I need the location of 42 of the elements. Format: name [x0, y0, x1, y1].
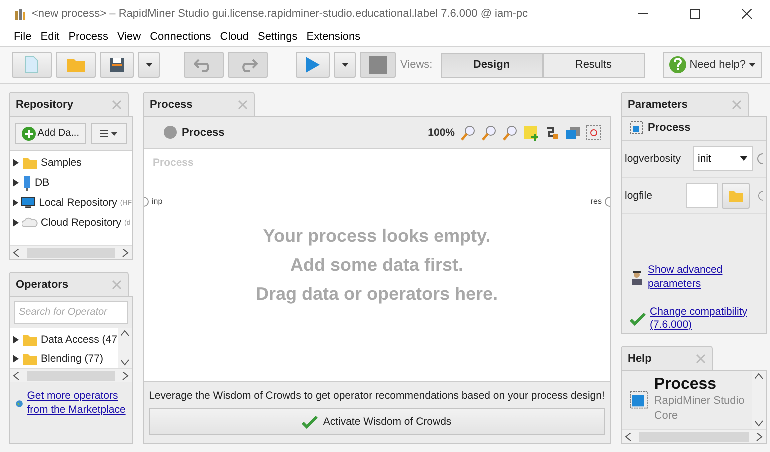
window-title: <new process> – RapidMiner Studio gui.license.rapidminer-studio.educational.label 7.6.000 @ iam-pc [32, 8, 530, 20]
panel-title: Parameters [628, 98, 688, 110]
menu-item[interactable]: File [14, 31, 32, 43]
view-tab[interactable]: Design [440, 52, 543, 78]
help-button[interactable]: Need help? [662, 52, 762, 78]
panel-title: Operators [16, 278, 69, 290]
parameter-link[interactable]: Show advanced parameters [648, 264, 748, 292]
menu-item[interactable]: Connections [150, 31, 212, 43]
parameter-select[interactable]: init [693, 146, 753, 172]
empty-message: Add some data first. [290, 254, 464, 276]
repository-item[interactable]: DB [13, 174, 132, 192]
menu-item[interactable]: Cloud [220, 31, 250, 43]
search-field[interactable]: Search for Operator [14, 301, 128, 324]
empty-message: Drag data or operators here. [256, 284, 498, 304]
view-tab[interactable]: Results [542, 52, 645, 78]
panel-title: Process [150, 98, 193, 110]
empty-message: Your process looks empty. [263, 226, 491, 246]
operator-name: Process [648, 122, 691, 134]
help-heading: Process [654, 376, 718, 394]
views-label: Views: [400, 59, 433, 71]
menu-item[interactable]: Settings [258, 31, 298, 43]
repository-item[interactable]: Samples [13, 154, 132, 172]
process-title: Process [182, 126, 226, 138]
marketplace-link[interactable]: Get more operators from the Marketplace [27, 390, 126, 418]
menu-item[interactable]: Process [68, 31, 108, 43]
menu-item[interactable]: Edit [40, 31, 60, 43]
menu-item[interactable]: Extensions [306, 31, 361, 43]
add-data-button[interactable]: Add Da... [15, 123, 86, 144]
menu-item[interactable]: View [117, 31, 142, 43]
parameter-link[interactable]: Change compatibility (7.6.000) [650, 306, 750, 333]
panel-title: Repository [16, 98, 74, 110]
help-subtitle: RapidMiner Studio Core [654, 394, 746, 424]
operator-group[interactable]: Blending (77) [13, 350, 118, 368]
port-label: inp [152, 197, 163, 206]
parameter-name: logverbosity [625, 152, 682, 165]
parameter-name: logfile [625, 190, 654, 202]
port-label: res [590, 197, 602, 206]
activate-button[interactable]: Activate Wisdom of Crowds [149, 408, 605, 435]
wisdom-text: Leverage the Wisdom of Crowds to get operator recommendations based on your process design! [149, 390, 605, 402]
operator-group[interactable]: Data Access (47 [13, 331, 118, 348]
zoom-level: 100% [428, 126, 455, 138]
panel-title: Help [628, 352, 652, 364]
